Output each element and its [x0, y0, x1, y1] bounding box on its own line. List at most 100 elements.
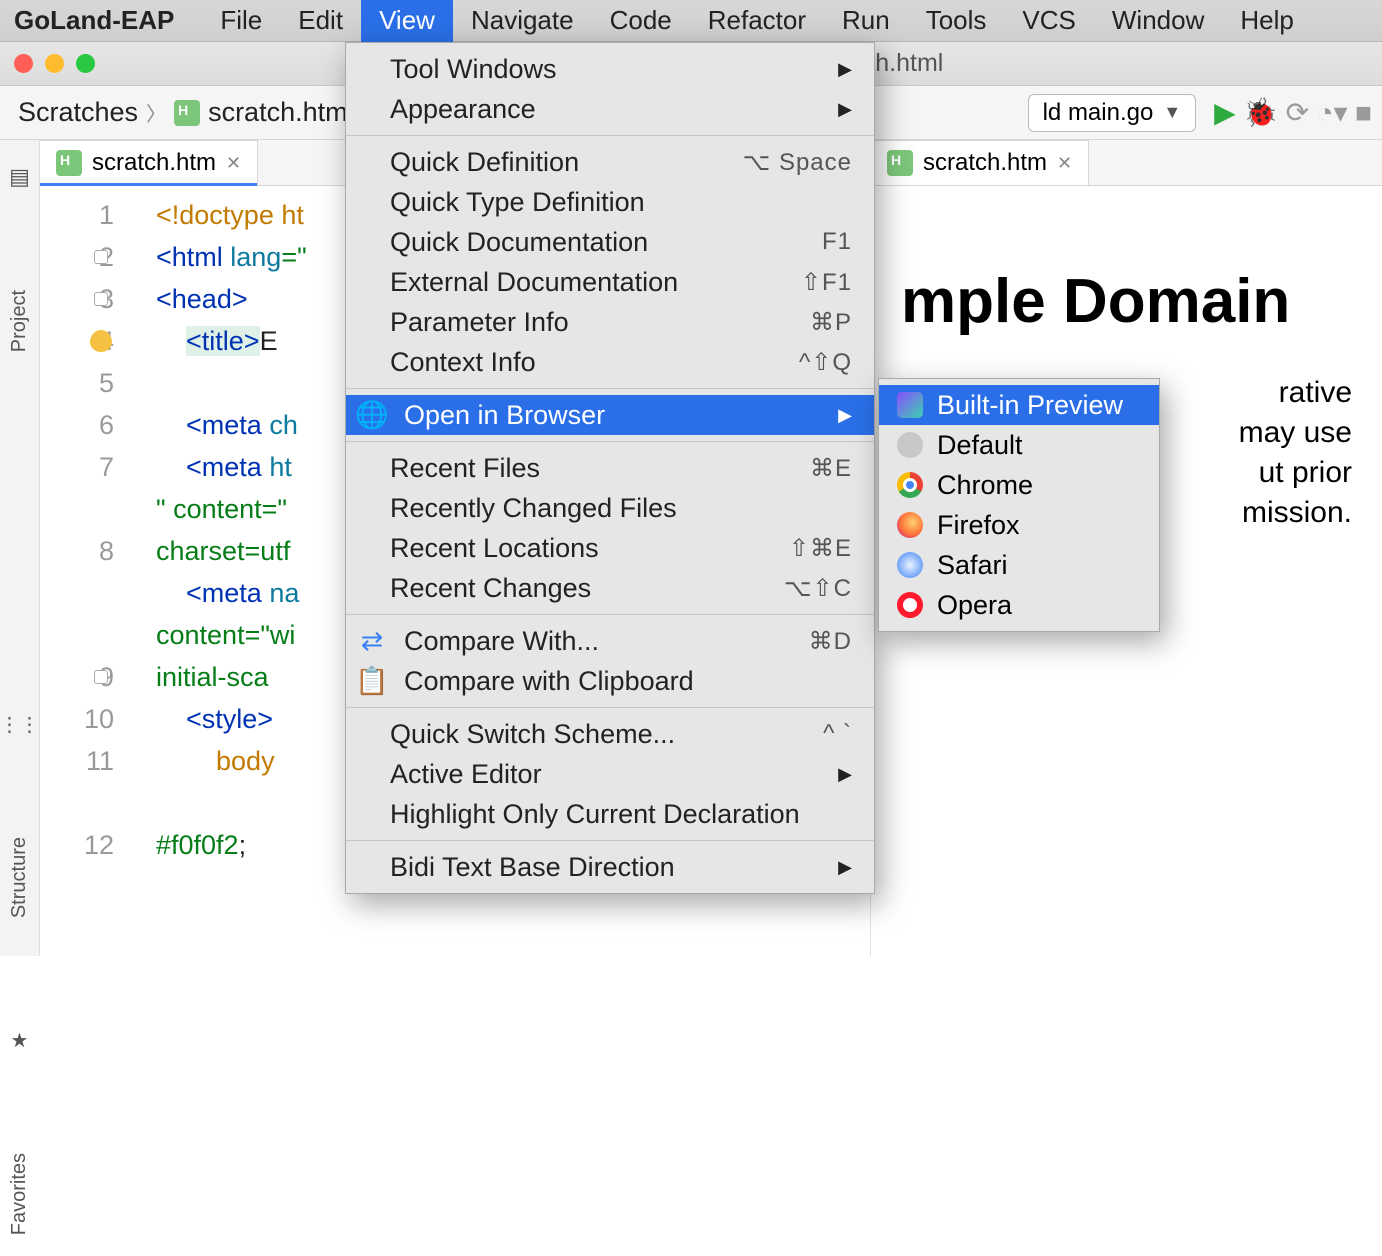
folder-icon[interactable]: ▤: [9, 164, 30, 190]
firefox-icon: [897, 512, 923, 538]
browser-default[interactable]: Default: [879, 425, 1159, 465]
menu-code[interactable]: Code: [592, 0, 690, 42]
menu-refactor[interactable]: Refactor: [690, 0, 824, 42]
browser-safari[interactable]: Safari: [879, 545, 1159, 585]
html-file-icon: [56, 150, 82, 176]
chrome-icon: [897, 472, 923, 498]
menu-quick-type-definition[interactable]: Quick Type Definition: [346, 182, 874, 222]
source-text[interactable]: <!doctype ht <html lang=" <head> <title>…: [150, 186, 307, 956]
view-menu-dropdown: Tool Windows▶ Appearance▶ Quick Definiti…: [345, 42, 875, 894]
submenu-arrow-icon: ▶: [838, 764, 852, 785]
macos-menubar: GoLand-EAP File Edit View Navigate Code …: [0, 0, 1382, 42]
submenu-arrow-icon: ▶: [838, 59, 852, 80]
submenu-arrow-icon: ▶: [838, 99, 852, 120]
line-number: 10: [84, 704, 114, 734]
tab-label: scratch.htm: [92, 149, 216, 177]
coverage-icon[interactable]: ⟳: [1286, 97, 1309, 128]
menu-active-editor[interactable]: Active Editor▶: [346, 754, 874, 794]
run-icon[interactable]: ▶: [1214, 97, 1236, 128]
profile-icon[interactable]: ◔▾: [1317, 97, 1348, 128]
menu-quick-switch-scheme[interactable]: Quick Switch Scheme...^ `: [346, 714, 874, 754]
fold-icon[interactable]: [94, 250, 108, 264]
close-tab-icon[interactable]: ✕: [1057, 153, 1072, 174]
run-config-label: ld main.go: [1043, 99, 1154, 127]
line-number: 12: [84, 830, 114, 860]
menu-edit[interactable]: Edit: [280, 0, 361, 42]
menu-navigate[interactable]: Navigate: [453, 0, 592, 42]
editor-tabs-right: scratch.htm ✕: [871, 140, 1382, 186]
globe-icon: 🌐: [360, 399, 384, 431]
menu-tools[interactable]: Tools: [908, 0, 1005, 42]
html-file-icon: [174, 100, 200, 126]
menu-bidi-text-direction[interactable]: Bidi Text Base Direction▶: [346, 847, 874, 887]
browser-firefox[interactable]: Firefox: [879, 505, 1159, 545]
zoom-window-icon[interactable]: [76, 54, 95, 73]
app-name: GoLand-EAP: [14, 5, 174, 36]
menu-context-info[interactable]: Context Info^⇧Q: [346, 342, 874, 382]
breadcrumb-file[interactable]: scratch.html: [208, 97, 354, 128]
sidebar-tab-structure[interactable]: Structure: [8, 817, 31, 938]
menu-tool-windows[interactable]: Tool Windows▶: [346, 49, 874, 89]
menu-recent-files[interactable]: Recent Files⌘E: [346, 448, 874, 488]
menu-file[interactable]: File: [202, 0, 280, 42]
menu-help[interactable]: Help: [1222, 0, 1311, 42]
chevron-down-icon: ▼: [1163, 102, 1181, 123]
line-number: 7: [99, 452, 114, 482]
line-number: 1: [99, 200, 114, 230]
tool-window-tabs: ▤ Project ⋮⋮ Structure ★ Favorites: [0, 140, 40, 956]
goland-icon: [897, 392, 923, 418]
preview-heading: mple Domain: [901, 266, 1352, 337]
gutter: 1 2 3 4 5 6 7 8 9 10 11 12: [40, 186, 150, 956]
run-toolbar: ▶ 🐞 ⟳ ◔▾ ■: [1214, 96, 1372, 129]
favorites-icon[interactable]: ★: [11, 1028, 29, 1053]
fold-icon[interactable]: [94, 670, 108, 684]
menu-open-in-browser[interactable]: 🌐Open in Browser▶: [346, 395, 874, 435]
tab-label: scratch.htm: [923, 149, 1047, 177]
intention-bulb-icon[interactable]: [90, 330, 112, 352]
stop-icon[interactable]: ■: [1355, 97, 1372, 128]
line-number: 6: [99, 410, 114, 440]
sidebar-tab-project[interactable]: Project: [8, 270, 31, 372]
browser-opera[interactable]: Opera: [879, 585, 1159, 625]
globe-icon: [897, 432, 923, 458]
opera-icon: [897, 592, 923, 618]
clipboard-diff-icon: 📋: [360, 665, 384, 697]
menu-recent-changes[interactable]: Recent Changes⌥⇧C: [346, 568, 874, 608]
menu-external-documentation[interactable]: External Documentation⇧F1: [346, 262, 874, 302]
line-number: 8: [99, 536, 114, 566]
submenu-arrow-icon: ▶: [838, 857, 852, 878]
close-window-icon[interactable]: [14, 54, 33, 73]
menu-appearance[interactable]: Appearance▶: [346, 89, 874, 129]
debug-icon[interactable]: 🐞: [1243, 97, 1278, 128]
tab-scratch-left[interactable]: scratch.htm ✕: [40, 140, 258, 185]
structure-icon[interactable]: ⋮⋮: [0, 712, 40, 737]
menu-run[interactable]: Run: [824, 0, 908, 42]
tab-scratch-right[interactable]: scratch.htm ✕: [871, 140, 1089, 185]
sidebar-tab-favorites[interactable]: Favorites: [8, 1133, 31, 1255]
browser-builtin-preview[interactable]: Built-in Preview: [879, 385, 1159, 425]
menu-vcs[interactable]: VCS: [1004, 0, 1093, 42]
safari-icon: [897, 552, 923, 578]
minimize-window-icon[interactable]: [45, 54, 64, 73]
menu-view[interactable]: View: [361, 0, 453, 42]
menu-highlight-current-declaration[interactable]: Highlight Only Current Declaration: [346, 794, 874, 834]
breadcrumb-separator-icon: 〉: [146, 98, 166, 127]
menu-recent-locations[interactable]: Recent Locations⇧⌘E: [346, 528, 874, 568]
menu-recently-changed-files[interactable]: Recently Changed Files: [346, 488, 874, 528]
fold-icon[interactable]: [94, 292, 108, 306]
close-tab-icon[interactable]: ✕: [226, 153, 241, 174]
breadcrumb-root[interactable]: Scratches: [18, 97, 138, 128]
line-number: 11: [86, 746, 114, 776]
menu-quick-documentation[interactable]: Quick DocumentationF1: [346, 222, 874, 262]
menu-compare-with[interactable]: ⇄Compare With...⌘D: [346, 621, 874, 661]
run-config-selector[interactable]: ld main.go ▼: [1028, 94, 1197, 132]
breadcrumb[interactable]: Scratches 〉 scratch.html: [10, 97, 362, 128]
menu-window[interactable]: Window: [1094, 0, 1222, 42]
browser-chrome[interactable]: Chrome: [879, 465, 1159, 505]
traffic-lights: [14, 54, 95, 73]
menu-compare-with-clipboard[interactable]: 📋Compare with Clipboard: [346, 661, 874, 701]
submenu-arrow-icon: ▶: [838, 405, 852, 426]
diff-icon: ⇄: [360, 626, 384, 657]
menu-parameter-info[interactable]: Parameter Info⌘P: [346, 302, 874, 342]
menu-quick-definition[interactable]: Quick Definition⌥ Space: [346, 142, 874, 182]
